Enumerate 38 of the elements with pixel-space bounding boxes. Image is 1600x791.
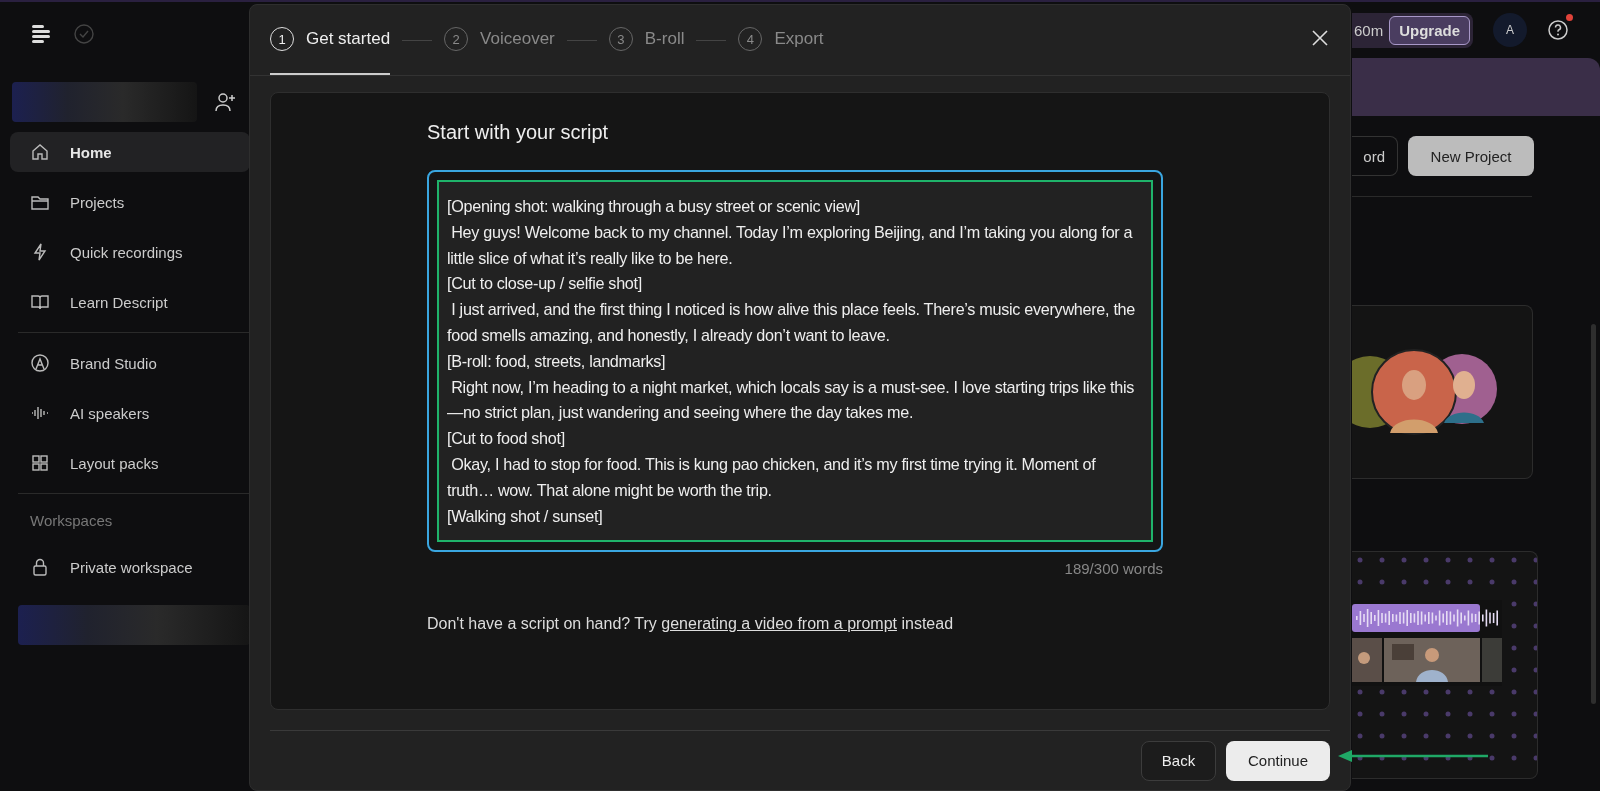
step-tab[interactable]: 1 Get started: [270, 5, 391, 75]
close-icon[interactable]: [1312, 30, 1328, 46]
add-person-icon[interactable]: [215, 92, 237, 112]
book-icon: [30, 292, 50, 312]
brand-icon: [30, 353, 50, 373]
logo-icon[interactable]: [32, 25, 52, 43]
upgrade-button[interactable]: Upgrade: [1389, 15, 1471, 45]
sidebar-item[interactable]: Home: [10, 132, 250, 172]
scrollbar[interactable]: [1591, 324, 1596, 704]
sidebar-item[interactable]: Learn Descript: [10, 282, 250, 322]
new-project-button[interactable]: New Project: [1408, 136, 1534, 176]
section-heading: Workspaces: [29, 511, 114, 531]
sidebar-item[interactable]: Projects: [10, 182, 250, 222]
help-icon[interactable]: [1547, 19, 1570, 41]
sidebar-item[interactable]: Quick recordings: [10, 232, 250, 272]
hint-text: Don't have a script on hand? Try generating a video from a prompt instead: [427, 615, 955, 633]
sidebar-item[interactable]: AI speakers: [10, 393, 250, 433]
grid-icon: [30, 453, 50, 473]
sidebar-item[interactable]: Brand Studio: [10, 343, 250, 383]
back-button[interactable]: Back: [1141, 740, 1216, 781]
dialog-heading: Start with your script: [427, 121, 610, 144]
avatar[interactable]: A: [1493, 13, 1528, 47]
home-icon: [30, 142, 50, 162]
sidebar-item[interactable]: Layout packs: [10, 443, 250, 483]
sidebar-item[interactable]: Private workspace: [10, 547, 250, 587]
word-count: 189/300 words: [1063, 560, 1163, 577]
timeline-card[interactable]: [1352, 551, 1538, 779]
record-button[interactable]: ord: [1352, 136, 1398, 176]
check-circle-icon: [74, 24, 94, 44]
usage-text: 60m: [1354, 21, 1384, 39]
speakers-card[interactable]: [1352, 305, 1533, 479]
script-field[interactable]: [Opening shot: walking through a busy street or scenic view] Hey guys! Welcome back to my channel. Today I’m exploring Beijing, and I’m taking you along for a little slice of what it’s really like to be here. [Cut to close-up / selfie shot] I just arrived, and the first thing I noticed is how alive this place feels. There’s music everywhere, the food smells amazing, and honestly, I already don’t want to leave. [B-roll: food, streets, landmarks] Right now, I’m heading to a night market, which locals say is a must-see. I love starting trips like this—no strict plan, just wandering and seeing where the day takes me. [Cut to food shot] Okay, I had to stop for food. This is kung pao chicken, and it’s my first time trying it. Moment of truth… wow. That alone might be worth the trip. [Walking shot / sunset]: [437, 180, 1153, 542]
step-tab[interactable]: 4 Export: [738, 5, 824, 75]
prompt-link[interactable]: generating a video from a prompt: [661, 615, 897, 632]
lock-icon: [30, 557, 50, 577]
step-tab[interactable]: 2 Voiceover: [444, 5, 555, 75]
continue-button[interactable]: Continue: [1226, 740, 1330, 781]
step-tab[interactable]: 3 B-roll: [608, 5, 685, 75]
